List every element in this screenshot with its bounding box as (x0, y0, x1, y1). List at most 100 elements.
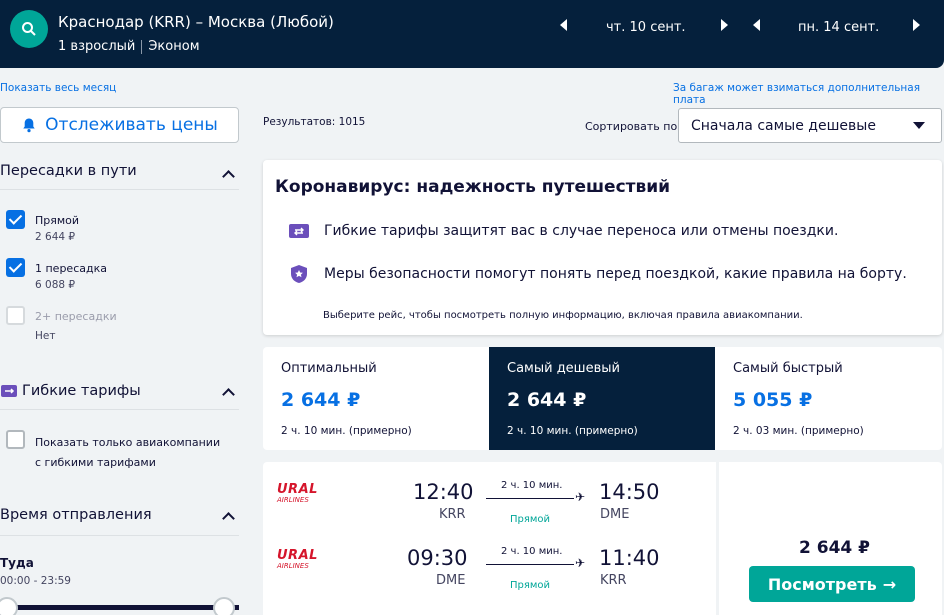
covid-line-safety: Меры безопасности помогут понять перед п… (288, 264, 907, 284)
return-date-nav (753, 14, 760, 36)
arrow-right-icon: → (882, 574, 897, 594)
one-stop-checkbox[interactable] (6, 258, 25, 277)
cabin-class: Эконом (148, 39, 200, 54)
two-plus-stops-price: Нет (35, 330, 56, 342)
outbound-leg: URAL AIRLINES 12:40 KRR 2 ч. 10 мин. ✈ П… (263, 474, 716, 530)
departure-time-title[interactable]: Время отправления (0, 507, 152, 523)
airline-logo-name: URAL (277, 482, 318, 497)
flexible-filter-title[interactable]: Гибкие тарифы (0, 383, 141, 399)
view-button[interactable]: Посмотреть → (749, 566, 915, 602)
inbound-leg: URAL AIRLINES 09:30 DME 2 ч. 10 мин. ✈ П… (263, 540, 716, 596)
chevron-up-icon[interactable] (222, 388, 235, 401)
airline-logo: URAL AIRLINES (277, 482, 337, 504)
airline-logo: URAL AIRLINES (277, 548, 337, 570)
inbound-departure-time: 09:30 (407, 546, 468, 570)
covid-title: Коронавирус: надежность путешествий (275, 177, 671, 197)
tab-optimal[interactable]: Оптимальный 2 644 ₽ 2 ч. 10 мин. (пример… (263, 347, 489, 450)
departure-time-label: Время отправления (0, 507, 152, 523)
price-card: 2 644 ₽ Посмотреть → (719, 462, 942, 615)
results-count: Результатов: 1015 (263, 116, 366, 128)
airline-logo-name: URAL (277, 548, 318, 563)
plane-icon: ✈ (575, 556, 586, 570)
stops-filter-label: Пересадки в пути (0, 163, 137, 179)
time-slider-start-handle[interactable] (0, 597, 18, 615)
airline-logo-sub: AIRLINES (277, 496, 309, 504)
tab-cheapest-name: Самый дешевый (507, 361, 620, 376)
search-header: Краснодар (KRR) – Москва (Любой) 1 взрос… (0, 0, 944, 68)
passengers-count: 1 взрослый (58, 39, 136, 54)
tab-cheapest-price: 2 644 ₽ (507, 389, 587, 411)
divider (141, 39, 143, 54)
divider (0, 189, 239, 190)
direct-label: Прямой (35, 214, 80, 227)
caret-down-icon (913, 122, 925, 129)
prev-depart-date-icon[interactable] (560, 19, 567, 31)
covid-info-card: Коронавирус: надежность путешествий Гибк… (263, 160, 942, 335)
sort-dropdown[interactable]: Сначала самые дешевые (678, 108, 942, 143)
search-icon (22, 22, 36, 36)
tab-optimal-name: Оптимальный (281, 361, 377, 376)
chevron-up-icon[interactable] (222, 512, 235, 525)
return-date[interactable]: пн. 14 сент. (798, 16, 879, 38)
direct-checkbox[interactable] (6, 210, 25, 229)
flexible-ticket-icon (289, 224, 309, 238)
prev-return-date-icon[interactable] (753, 19, 760, 31)
search-button[interactable] (10, 10, 48, 48)
ticket-price: 2 644 ₽ (799, 538, 870, 558)
sort-tabs: Оптимальный 2 644 ₽ 2 ч. 10 мин. (пример… (263, 347, 942, 450)
sort-label: Сортировать по (585, 120, 678, 133)
outbound-time-range: 00:00 - 23:59 (0, 575, 71, 587)
sort-value: Сначала самые дешевые (691, 117, 876, 134)
direct-price: 2 644 ₽ (35, 231, 76, 243)
flexible-ticket-icon (1, 385, 17, 397)
time-slider-track[interactable] (0, 605, 239, 610)
track-prices-button[interactable]: Отслеживать цены (0, 107, 239, 143)
depart-date-nav (560, 14, 567, 36)
shield-icon (291, 265, 307, 283)
tab-cheapest[interactable]: Самый дешевый 2 644 ₽ 2 ч. 10 мин. (прим… (489, 347, 715, 450)
tab-optimal-duration: 2 ч. 10 мин. (примерно) (281, 425, 412, 437)
outbound-arrival-code: DME (600, 507, 630, 522)
outbound-time-label: Туда (0, 556, 34, 570)
depart-date[interactable]: чт. 10 сент. (606, 16, 686, 38)
passengers-summary[interactable]: 1 взрослый Эконом (58, 39, 200, 54)
next-depart-date-icon[interactable] (721, 19, 728, 31)
inbound-duration: 2 ч. 10 мин. (501, 546, 563, 557)
time-slider-end-handle[interactable] (213, 597, 235, 615)
outbound-departure-time: 12:40 (413, 480, 474, 504)
covid-line-2: Меры безопасности помогут понять перед п… (324, 266, 907, 282)
one-stop-price: 6 088 ₽ (35, 279, 76, 291)
outbound-departure-code: KRR (439, 507, 466, 522)
airline-logo-sub: AIRLINES (277, 562, 309, 570)
next-depart-date (721, 14, 728, 36)
outbound-arrival-time: 14:50 (599, 480, 660, 504)
plane-icon: ✈ (575, 490, 586, 504)
divider (0, 535, 239, 536)
show-month-link[interactable]: Показать весь месяц (0, 82, 116, 94)
bell-icon (23, 118, 35, 133)
tab-fastest[interactable]: Самый быстрый 5 055 ₽ 2 ч. 03 мин. (прим… (715, 347, 941, 450)
flexible-filter-label: Гибкие тарифы (22, 383, 141, 399)
two-plus-stops-label: 2+ пересадки (35, 310, 117, 323)
covid-line-flexible: Гибкие тарифы защитят вас в случае перен… (288, 222, 838, 240)
one-stop-label: 1 пересадка (35, 262, 107, 275)
inbound-stops: Прямой (510, 580, 551, 591)
chevron-up-icon[interactable] (222, 170, 235, 183)
track-prices-label: Отслеживать цены (45, 115, 218, 135)
outbound-route-line (486, 498, 574, 499)
flexible-only-checkbox[interactable] (6, 430, 25, 449)
two-plus-stops-checkbox (6, 306, 25, 325)
inbound-arrival-time: 11:40 (599, 546, 660, 570)
outbound-duration: 2 ч. 10 мин. (501, 480, 563, 491)
tab-optimal-price: 2 644 ₽ (281, 389, 361, 411)
covid-note: Выберите рейс, чтобы посмотреть полную и… (323, 310, 803, 321)
next-return-date (913, 14, 920, 36)
next-return-date-icon[interactable] (913, 19, 920, 31)
tab-fastest-duration: 2 ч. 03 мин. (примерно) (733, 425, 864, 437)
view-button-label: Посмотреть (767, 574, 877, 594)
divider (0, 409, 239, 410)
stops-filter-title[interactable]: Пересадки в пути (0, 163, 137, 179)
ticket-card[interactable]: URAL AIRLINES 12:40 KRR 2 ч. 10 мин. ✈ П… (263, 462, 716, 615)
baggage-note-link[interactable]: За багаж может взиматься дополнительная … (673, 82, 944, 106)
route-title[interactable]: Краснодар (KRR) – Москва (Любой) (58, 13, 334, 31)
